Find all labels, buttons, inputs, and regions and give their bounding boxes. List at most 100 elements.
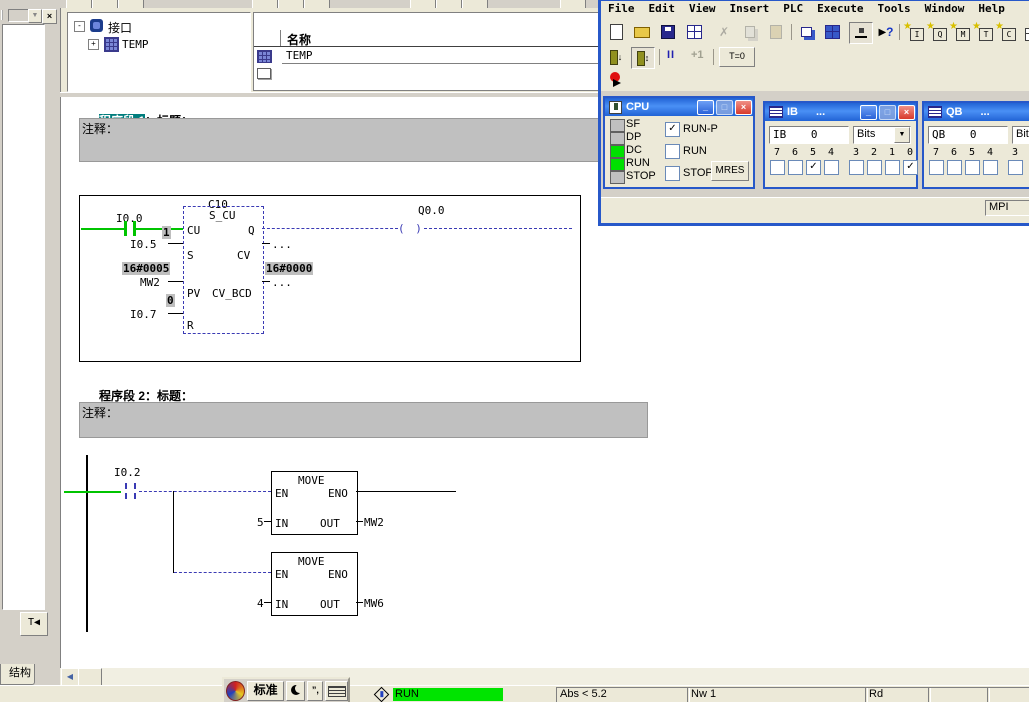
insert-counter-variable-button[interactable]: ★C bbox=[995, 24, 1018, 44]
menu-execute[interactable]: Execute bbox=[810, 1, 870, 16]
ime-logo-icon[interactable] bbox=[226, 681, 245, 701]
menu-insert[interactable]: Insert bbox=[723, 1, 777, 16]
ib-titlebar[interactable]: IB ... _ □ × bbox=[765, 103, 916, 121]
network2-comment[interactable]: 注释： bbox=[79, 402, 648, 438]
tree-expander-minus[interactable]: - bbox=[74, 21, 85, 32]
qb-bit5-checkbox[interactable] bbox=[965, 160, 980, 175]
insert-timer-variable-button[interactable]: ★T bbox=[972, 24, 995, 44]
structure-list-pane[interactable] bbox=[2, 24, 45, 610]
cpu-maximize-button[interactable]: □ bbox=[716, 100, 733, 115]
ib-format-dropdown[interactable]: Bits ▼ bbox=[853, 126, 911, 144]
qb-bit3-checkbox[interactable] bbox=[1008, 160, 1023, 175]
toolbar-button-fragment[interactable] bbox=[304, 0, 330, 8]
run-checkbox[interactable] bbox=[665, 144, 680, 159]
qb-bit6-checkbox[interactable] bbox=[947, 160, 962, 175]
ib-dropdown-arrow[interactable]: ▼ bbox=[894, 127, 910, 143]
menu-help[interactable]: Help bbox=[971, 1, 1012, 16]
move1-out-operand[interactable]: MW2 bbox=[364, 516, 384, 529]
save-button[interactable] bbox=[657, 22, 679, 42]
ib-bit1-checkbox[interactable] bbox=[885, 160, 900, 175]
network1-comment[interactable]: 注释： bbox=[79, 118, 648, 162]
interface-tree[interactable]: - 接口 + TEMP bbox=[67, 12, 251, 92]
insert-output-variable-button[interactable]: ★Q bbox=[926, 24, 949, 44]
scroll-left-button[interactable]: ◀ bbox=[61, 668, 79, 686]
toolbar-button-fragment[interactable] bbox=[66, 0, 92, 8]
tree-expander-plus[interactable]: + bbox=[88, 39, 99, 50]
move2-in-operand[interactable]: 4 bbox=[257, 597, 264, 610]
cpu-close-button[interactable]: × bbox=[735, 100, 752, 115]
pv-operand[interactable]: MW2 bbox=[140, 276, 160, 289]
ib-bit4-checkbox[interactable] bbox=[824, 160, 839, 175]
coil-symbol[interactable]: ( ) bbox=[398, 222, 424, 235]
qb-address-field[interactable]: QB 0 bbox=[928, 126, 1008, 144]
contact-operand-i00[interactable]: I0.0 bbox=[116, 212, 143, 225]
toolbar-button-fragment[interactable] bbox=[410, 0, 436, 8]
toolbar-button-fragment[interactable] bbox=[462, 0, 488, 8]
insert-memory-variable-button[interactable]: ★M bbox=[949, 24, 972, 44]
new-file-button[interactable] bbox=[605, 22, 627, 42]
network1-box[interactable]: C10 I0.0 S_CU CU Q S CV PV CV_BCD R 1 I0… bbox=[79, 195, 581, 362]
ime-punctuation-button[interactable]: ”, bbox=[307, 681, 323, 701]
qb-format-dropdown[interactable]: Bits bbox=[1012, 126, 1029, 144]
always-on-top-button[interactable] bbox=[849, 22, 873, 44]
runp-checkbox[interactable] bbox=[665, 122, 680, 137]
contact-operand-i02[interactable]: I0.2 bbox=[114, 466, 141, 479]
toolbar-button-fragment[interactable] bbox=[436, 0, 462, 8]
toolbar-button-fragment[interactable] bbox=[92, 0, 118, 8]
stop-checkbox[interactable] bbox=[665, 166, 680, 181]
editor-hscrollbar[interactable]: ◀ bbox=[60, 668, 1029, 685]
coil-operand-q00[interactable]: Q0.0 bbox=[418, 204, 445, 217]
ib-address-field[interactable]: IB 0 bbox=[769, 126, 849, 144]
qb-bit7-checkbox[interactable] bbox=[929, 160, 944, 175]
cpu-titlebar[interactable]: CPU _ □ × bbox=[605, 98, 753, 116]
r-operand[interactable]: I0.7 bbox=[130, 308, 157, 321]
qb-bit4-checkbox[interactable] bbox=[983, 160, 998, 175]
move2-out-operand[interactable]: MW6 bbox=[364, 597, 384, 610]
dock-collapse-button[interactable]: T◀ bbox=[20, 612, 48, 636]
scu-block[interactable]: S_CU CU Q S CV PV CV_BCD R bbox=[183, 206, 264, 334]
menu-edit[interactable]: Edit bbox=[642, 1, 683, 16]
s-operand[interactable]: I0.5 bbox=[130, 238, 157, 251]
copy-button[interactable] bbox=[739, 22, 761, 42]
move1-block[interactable]: MOVE EN ENO IN OUT bbox=[271, 471, 358, 535]
ib-bit7-checkbox[interactable] bbox=[770, 160, 785, 175]
paste-button[interactable] bbox=[765, 22, 787, 42]
tree-node-interface[interactable]: 接口 bbox=[108, 19, 132, 36]
toolbar-button-fragment[interactable] bbox=[560, 0, 586, 8]
cascade-windows-button[interactable] bbox=[795, 22, 817, 42]
qb-titlebar[interactable]: QB ... _ bbox=[924, 103, 1029, 121]
dock-close-button[interactable]: × bbox=[42, 9, 57, 24]
ib-bit3-checkbox[interactable] bbox=[849, 160, 864, 175]
ib-bit6-checkbox[interactable] bbox=[788, 160, 803, 175]
ib-bit0-checkbox[interactable] bbox=[903, 160, 918, 175]
scroll-thumb[interactable] bbox=[78, 668, 102, 686]
ime-mode-button[interactable]: 标准 bbox=[247, 681, 285, 701]
toolbar-button-fragment[interactable] bbox=[118, 0, 144, 8]
menu-view[interactable]: View bbox=[682, 1, 723, 16]
continuous-scan-button[interactable]: ↕ bbox=[631, 47, 655, 69]
tab-structure[interactable]: 结构 bbox=[0, 664, 35, 685]
insert-generic-variable-button[interactable] bbox=[1018, 24, 1029, 44]
menu-plc[interactable]: PLC bbox=[776, 1, 810, 16]
ib-bit2-checkbox[interactable] bbox=[867, 160, 882, 175]
record-playback-button[interactable] bbox=[605, 70, 627, 90]
dock-combo-arrow[interactable]: ▼ bbox=[28, 9, 42, 23]
ib-bit5-checkbox[interactable] bbox=[806, 160, 821, 175]
move2-block[interactable]: MOVE EN ENO IN OUT bbox=[271, 552, 358, 616]
ib-maximize-button[interactable]: □ bbox=[879, 105, 896, 120]
context-help-button[interactable]: ▶? bbox=[875, 22, 897, 42]
open-file-button[interactable] bbox=[631, 22, 653, 42]
insert-input-variable-button[interactable]: ★I bbox=[903, 24, 926, 44]
ib-close-button[interactable]: × bbox=[898, 105, 915, 120]
menu-tools[interactable]: Tools bbox=[870, 1, 917, 16]
tile-windows-button[interactable] bbox=[821, 22, 843, 42]
single-scan-button[interactable]: ↓ bbox=[605, 47, 627, 67]
ime-fullwidth-button[interactable] bbox=[286, 681, 305, 701]
toolbar-button-fragment[interactable] bbox=[252, 0, 278, 8]
move1-in-operand[interactable]: 5 bbox=[257, 516, 264, 529]
mres-button[interactable]: MRES bbox=[711, 161, 749, 181]
pause-icon[interactable]: II bbox=[667, 49, 675, 61]
reset-timers-button[interactable]: T=0 bbox=[719, 47, 755, 67]
open-layout-button[interactable] bbox=[683, 22, 705, 42]
dock-combo[interactable] bbox=[8, 9, 30, 22]
